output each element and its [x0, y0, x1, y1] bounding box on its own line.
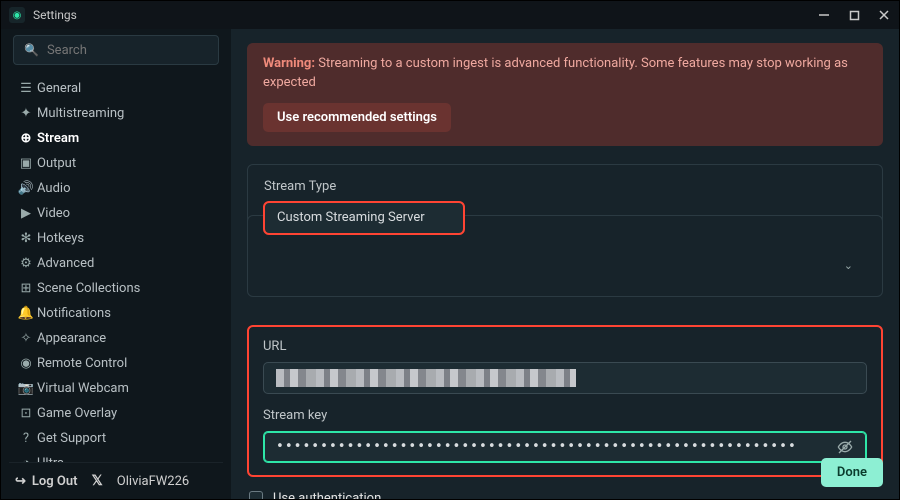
sidebar-item-label: Remote Control	[37, 356, 127, 371]
sidebar-item-label: Advanced	[37, 256, 94, 271]
sidebar-item-hotkeys[interactable]: ✻Hotkeys	[9, 226, 223, 250]
minimize-button[interactable]	[817, 8, 831, 22]
username: OliviaFW226	[117, 474, 189, 489]
advanced-icon: ⚙	[15, 256, 37, 271]
stream-type-select-full[interactable]: ⌄	[264, 250, 866, 282]
sidebar-item-label: Virtual Webcam	[37, 381, 129, 396]
sidebar-item-label: Hotkeys	[37, 231, 84, 246]
stream-icon: ⊕	[15, 131, 37, 146]
sidebar-item-label: Appearance	[37, 331, 106, 346]
sidebar-item-label: General	[37, 81, 81, 96]
search-input[interactable]	[47, 43, 213, 58]
stream-type-section: Stream Type Custom Streaming Server	[247, 164, 883, 249]
sidebar-item-notifications[interactable]: 🔔Notifications	[9, 301, 223, 325]
use-recommended-button[interactable]: Use recommended settings	[263, 103, 451, 132]
sidebar-item-game-overlay[interactable]: ⊡Game Overlay	[9, 401, 223, 425]
sidebar-item-scene-collections[interactable]: ⊞Scene Collections	[9, 276, 223, 300]
stream-key-label: Stream key	[263, 408, 867, 423]
output-icon: ▣	[15, 156, 37, 171]
sidebar-item-virtual-webcam[interactable]: 📷Virtual Webcam	[9, 376, 223, 400]
sidebar-item-label: Stream	[37, 131, 79, 146]
virtual-webcam-icon: 📷	[15, 381, 37, 396]
stream-type-value: Custom Streaming Server	[277, 210, 425, 225]
sidebar-item-output[interactable]: ▣Output	[9, 151, 223, 175]
sidebar-item-label: Notifications	[37, 306, 111, 321]
search-icon: 🔍	[24, 43, 39, 57]
chevron-down-icon: ⌄	[844, 259, 853, 272]
hotkeys-icon: ✻	[15, 231, 37, 246]
audio-icon: 🔊	[15, 181, 37, 196]
sidebar-item-general[interactable]: ☰General	[9, 76, 223, 100]
notifications-icon: 🔔	[15, 306, 37, 321]
sidebar-item-label: Output	[37, 156, 76, 171]
sidebar-item-label: Multistreaming	[37, 106, 124, 121]
sidebar-item-label: Game Overlay	[37, 406, 117, 421]
sidebar-item-advanced[interactable]: ⚙Advanced	[9, 251, 223, 275]
sidebar-item-get-support[interactable]: ?Get Support	[9, 426, 223, 450]
done-button[interactable]: Done	[821, 458, 883, 487]
stream-type-label: Stream Type	[264, 179, 866, 194]
sidebar-item-audio[interactable]: 🔊Audio	[9, 176, 223, 200]
logout-label: Log Out	[32, 474, 78, 489]
sidebar-item-label: Scene Collections	[37, 281, 140, 296]
sidebar-item-multistreaming[interactable]: ✦Multistreaming	[9, 101, 223, 125]
video-icon: ▶	[15, 206, 37, 221]
stream-type-select[interactable]: Custom Streaming Server	[264, 202, 464, 234]
ultra-icon: ◔	[15, 455, 37, 462]
url-value-redacted	[276, 369, 576, 387]
sidebar-item-label: Audio	[37, 181, 70, 196]
logout-icon: ↪	[15, 474, 26, 489]
sidebar-item-ultra[interactable]: ◔Ultra	[9, 451, 223, 462]
general-icon: ☰	[15, 81, 37, 96]
sidebar-item-stream[interactable]: ⊕Stream	[9, 126, 223, 150]
app-icon: ◉	[9, 7, 25, 23]
scene-collections-icon: ⊞	[15, 281, 37, 296]
url-input[interactable]	[263, 362, 867, 394]
game-overlay-icon: ⊡	[15, 406, 37, 421]
main-panel: Warning: Streaming to a custom ingest is…	[231, 29, 899, 499]
url-label: URL	[263, 339, 867, 354]
nav-list: ☰General✦Multistreaming⊕Stream▣Output🔊Au…	[9, 75, 223, 462]
window-title: Settings	[33, 8, 77, 22]
sidebar-item-remote-control[interactable]: ◉Remote Control	[9, 351, 223, 375]
multistreaming-icon: ✦	[15, 106, 37, 121]
sidebar-item-video[interactable]: ▶Video	[9, 201, 223, 225]
maximize-button[interactable]	[847, 8, 861, 22]
x-icon: 𝕏	[92, 473, 103, 489]
warning-card: Warning: Streaming to a custom ingest is…	[247, 43, 883, 146]
search-box[interactable]: 🔍	[13, 35, 219, 65]
remote-control-icon: ◉	[15, 356, 37, 371]
logout-button[interactable]: ↪ Log Out	[15, 474, 78, 489]
warning-text: Warning: Streaming to a custom ingest is…	[263, 55, 867, 93]
close-button[interactable]	[877, 8, 891, 22]
sidebar-item-label: Video	[37, 206, 70, 221]
titlebar: ◉ Settings	[1, 1, 899, 29]
sidebar: 🔍 ☰General✦Multistreaming⊕Stream▣Output🔊…	[1, 29, 231, 499]
sidebar-item-label: Get Support	[37, 431, 106, 446]
sidebar-item-appearance[interactable]: ✧Appearance	[9, 326, 223, 350]
appearance-icon: ✧	[15, 331, 37, 346]
get-support-icon: ?	[15, 431, 37, 446]
